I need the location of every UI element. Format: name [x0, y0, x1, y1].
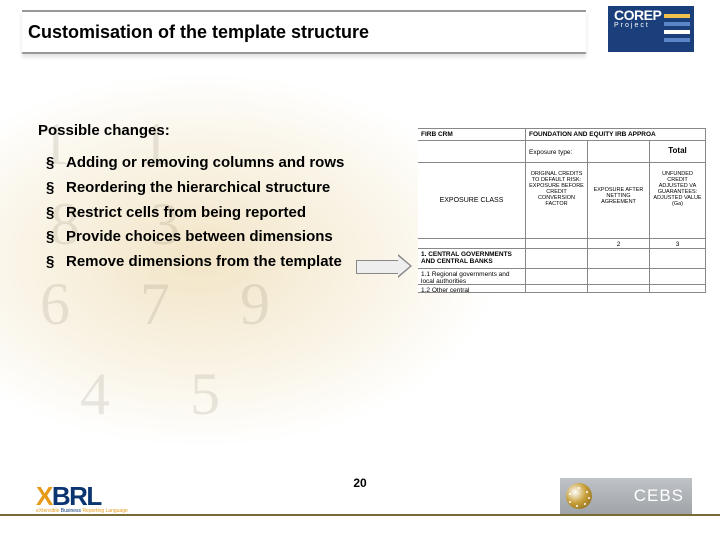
bullet-item: Remove dimensions from the template [38, 253, 378, 272]
template-preview-table: FIRB CRM FOUNDATION AND EQUITY IRB APPRO… [418, 128, 706, 293]
tbl-row1: 1. CENTRAL GOVERNMENTS AND CENTRAL BANKS [418, 249, 526, 269]
ghost-digit: 9 [240, 270, 270, 339]
corep-stripe-icon [664, 14, 690, 18]
tbl-title1: FIRB CRM [418, 129, 526, 141]
bullet-item: Reordering the hierarchical structure [38, 179, 378, 198]
ghost-digit: 4 [80, 360, 110, 429]
tbl-title2: FOUNDATION AND EQUITY IRB APPROA [526, 129, 706, 141]
tbl-colnum-3: 3 [650, 239, 706, 249]
corep-stripe-icon [664, 22, 690, 26]
xbrl-logo: XBRL eXtensible Business Reporting Langu… [36, 481, 128, 514]
slide-title-bar: Customisation of the template structure [22, 10, 586, 54]
tbl-total: Total [650, 141, 706, 163]
cebs-globe-icon [566, 483, 592, 509]
corep-stripe-icon [664, 30, 690, 34]
subheading: Possible changes: [38, 122, 170, 139]
tbl-colnum-2: 2 [588, 239, 650, 249]
tbl-row2: 1.1 Regional governments and local autho… [418, 269, 526, 285]
ghost-digit: 7 [140, 270, 170, 339]
cebs-logo-text: CEBS [634, 486, 684, 506]
bullet-item: Provide choices between dimensions [38, 228, 378, 247]
tbl-col3: EXPOSURE AFTER NETTING AGREEMENT [588, 163, 650, 239]
corep-stripe-icon [664, 38, 690, 42]
corep-logo: COREP Project [608, 6, 694, 52]
slide-title: Customisation of the template structure [28, 22, 369, 43]
bullet-item: Adding or removing columns and rows [38, 154, 378, 173]
tbl-col4: UNFUNDED CREDIT ADJUSTED VA GUARANTEES: … [650, 163, 706, 239]
tbl-exposure-type: Exposure type: [526, 141, 588, 163]
tbl-row3: 1.2 Other central [418, 285, 526, 293]
ghost-digit: 6 [40, 270, 70, 339]
bullet-item: Restrict cells from being reported [38, 204, 378, 223]
ghost-digit: 5 [190, 360, 220, 429]
arrow-right-icon [356, 255, 410, 277]
bullet-list: Adding or removing columns and rows Reor… [38, 154, 378, 278]
footer-rule [0, 514, 720, 540]
tbl-exposure-class: EXPOSURE CLASS [418, 163, 526, 239]
cebs-logo: CEBS [560, 478, 692, 514]
tbl-col2: ORIGINAL CREDITS TO DEFAULT RISK: EXPOSU… [526, 163, 588, 239]
